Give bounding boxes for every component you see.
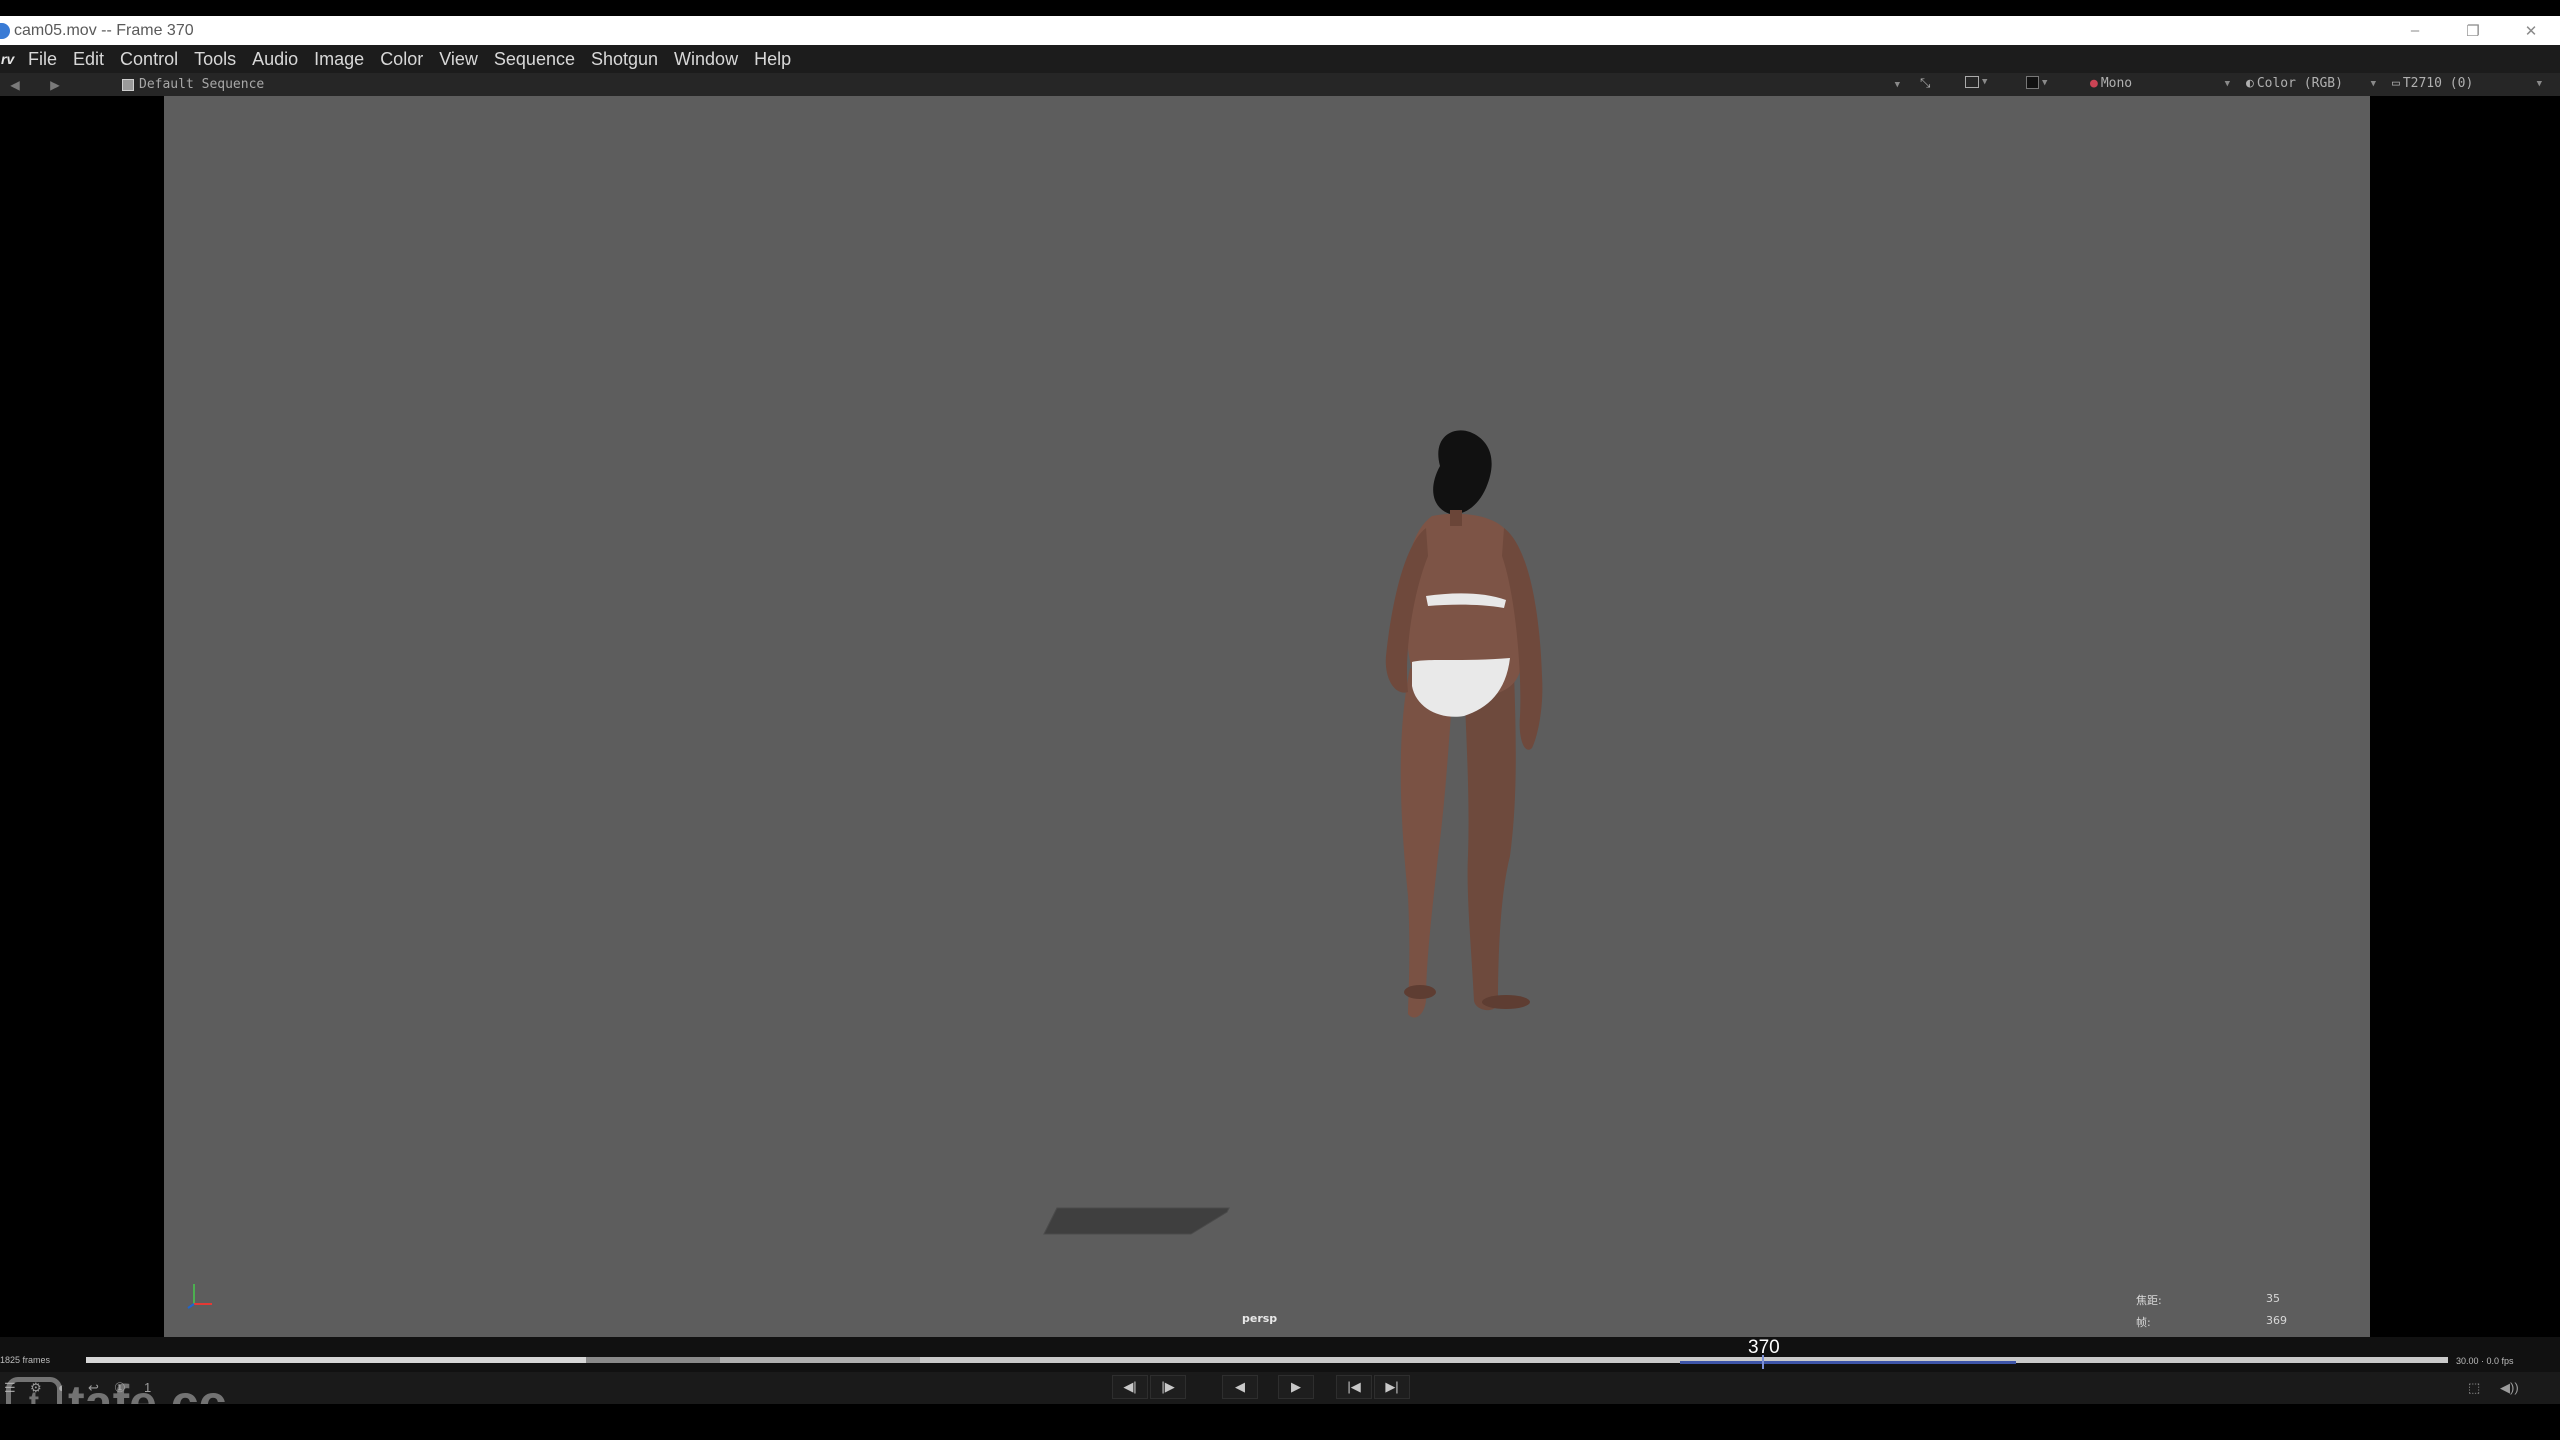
- cache-segment: [720, 1357, 920, 1363]
- menu-color[interactable]: Color: [372, 49, 431, 70]
- frame-count-label: 1825 frames: [0, 1355, 51, 1365]
- menu-sequence[interactable]: Sequence: [486, 49, 583, 70]
- sequence-icon: [122, 78, 134, 91]
- color-mode-label: Color (RGB): [2256, 76, 2343, 91]
- current-frame-number: 370: [1748, 1337, 1780, 1358]
- step-back-button[interactable]: ◀|: [1112, 1375, 1148, 1399]
- volume-icon[interactable]: ◀)): [2500, 1380, 2519, 1396]
- fps-label: 30.00 · 0.0 fps: [2456, 1356, 2514, 1366]
- go-start-button[interactable]: |◀: [1336, 1375, 1372, 1399]
- chevron-down-icon: ▼: [2042, 77, 2048, 88]
- channel-icon: ●: [2090, 76, 2098, 91]
- timeline[interactable]: 1825 frames 370 30.00 · 0.0 fps: [0, 1337, 2560, 1372]
- window-title-bar: cam05.mov -- Frame 370 – ❐ ✕: [0, 16, 2560, 45]
- cache-segment: [86, 1357, 586, 1363]
- menu-edit[interactable]: Edit: [65, 49, 112, 70]
- rendered-character: [1043, 430, 1543, 1235]
- background-swatch-icon: [2026, 76, 2039, 89]
- window-title: cam05.mov -- Frame 370: [14, 21, 194, 39]
- wipe-tool-button[interactable]: ⤡: [1920, 76, 1930, 91]
- arrow-left-icon[interactable]: ◀: [0, 75, 30, 94]
- menu-control[interactable]: Control: [112, 49, 186, 70]
- display-label: T2710 (0): [2402, 76, 2474, 91]
- chevron-down-icon: ▼: [2224, 78, 2230, 89]
- layout-icon[interactable]: ⬚: [2468, 1380, 2480, 1396]
- chevron-down-icon: ▼: [2370, 78, 2376, 89]
- step-forward-button[interactable]: |▶: [1150, 1375, 1186, 1399]
- play-reverse-button[interactable]: ◀: [1222, 1375, 1258, 1399]
- sequence-name: Default Sequence: [139, 77, 265, 92]
- timeline-track[interactable]: [86, 1357, 2448, 1363]
- sequence-selector[interactable]: Default Sequence ▼: [122, 75, 1900, 94]
- chevron-down-icon: ▼: [1982, 77, 1988, 87]
- image-viewport[interactable]: persp 焦距: 35 帧: 369: [164, 96, 2370, 1337]
- play-button[interactable]: ▶: [1278, 1375, 1314, 1399]
- display-selector[interactable]: ▭ T2710 (0) ▼: [2392, 76, 2542, 91]
- frame-icon: [1965, 76, 1979, 88]
- hud-frame-value: 369: [2266, 1314, 2287, 1327]
- bottom-letterbox: [0, 1404, 2560, 1440]
- menu-view[interactable]: View: [431, 49, 486, 70]
- channel-label: Mono: [2100, 76, 2133, 91]
- close-icon[interactable]: ✕: [2502, 16, 2560, 45]
- monitor-icon: ▭: [2392, 76, 2400, 91]
- camera-label: persp: [1242, 1312, 1278, 1325]
- arrow-right-icon[interactable]: ▶: [40, 75, 70, 94]
- playback-control-bar: ☰ ⚙ ◐ ↩ ① 1 ◀| |▶ ◀ ▶ |◀ ▶| ⬚ ◀)): [0, 1372, 2560, 1404]
- menu-image[interactable]: Image: [306, 49, 372, 70]
- cache-segment: [586, 1357, 720, 1363]
- channel-selector[interactable]: ● Mono ▼: [2090, 76, 2230, 91]
- menu-audio[interactable]: Audio: [244, 49, 306, 70]
- restore-icon[interactable]: ❐: [2444, 16, 2502, 45]
- go-end-button[interactable]: ▶|: [1374, 1375, 1410, 1399]
- rv-app-icon: [0, 22, 10, 39]
- toolbar: ◀ ▶ Default Sequence ▼ ⤡ ▼ ▼ ● Mono ▼ ◐ …: [0, 73, 2560, 96]
- menu-tools[interactable]: Tools: [186, 49, 244, 70]
- window-controls: – ❐ ✕: [2386, 16, 2560, 45]
- rv-logo: rv: [1, 51, 15, 67]
- menu-help[interactable]: Help: [746, 49, 799, 70]
- hud-frame-label: 帧:: [2136, 1316, 2151, 1329]
- menu-file[interactable]: File: [20, 49, 65, 70]
- menu-shotgun[interactable]: Shotgun: [583, 49, 666, 70]
- hud-focal-length-label: 焦距:: [2136, 1294, 2162, 1307]
- minimize-icon[interactable]: –: [2386, 16, 2444, 45]
- ground-grid-mesh: [1043, 1207, 1230, 1235]
- color-mode-selector[interactable]: ◐ Color (RGB) ▼: [2246, 76, 2376, 91]
- hud-focal-length-value: 35: [2266, 1292, 2280, 1305]
- background-tool-button[interactable]: ▼: [2026, 76, 2047, 89]
- frame-tool-button[interactable]: ▼: [1965, 76, 1987, 88]
- color-mode-icon: ◐: [2246, 76, 2254, 91]
- chevron-down-icon: ▼: [2536, 78, 2542, 89]
- in-out-range: [1680, 1361, 2016, 1364]
- axis-gizmo-icon: [187, 1284, 212, 1309]
- menu-window[interactable]: Window: [666, 49, 746, 70]
- chevron-down-icon: ▼: [1894, 79, 1900, 90]
- menu-bar: rv File Edit Control Tools Audio Image C…: [0, 45, 2560, 73]
